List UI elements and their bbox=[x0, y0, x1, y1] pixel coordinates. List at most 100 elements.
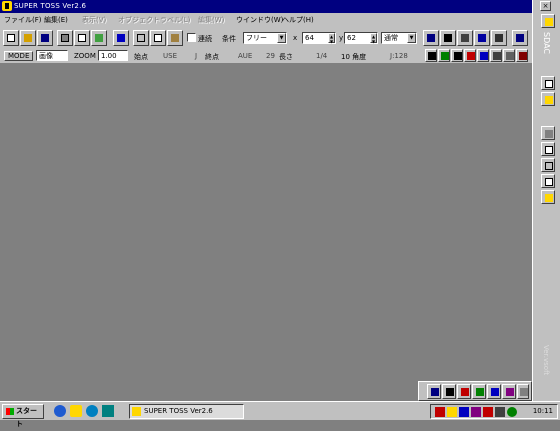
condition-label: 条件 bbox=[222, 35, 236, 43]
small-tool-7[interactable] bbox=[503, 49, 515, 62]
menu-label[interactable]: ラベル(L) bbox=[160, 15, 190, 25]
small-tool-5[interactable] bbox=[477, 49, 489, 62]
palette-button-3[interactable] bbox=[457, 384, 471, 399]
right-tool-5[interactable] bbox=[541, 158, 555, 172]
text-a-icon bbox=[431, 388, 439, 396]
mode-select[interactable]: 通常 ▼ bbox=[381, 32, 417, 44]
workspace[interactable] bbox=[0, 63, 532, 401]
palette-toggle-button[interactable] bbox=[541, 14, 555, 28]
paint-icon bbox=[476, 388, 484, 396]
scan-button[interactable] bbox=[91, 30, 107, 46]
layers-icon bbox=[545, 130, 553, 138]
settings-icon bbox=[520, 388, 528, 396]
channel-icon[interactable] bbox=[102, 405, 114, 417]
save-button[interactable] bbox=[37, 30, 53, 46]
table-icon bbox=[545, 178, 553, 186]
tray-icon-6[interactable] bbox=[495, 407, 505, 417]
windows-logo-icon bbox=[6, 408, 14, 415]
browser-icon[interactable] bbox=[54, 405, 66, 417]
menu-file[interactable]: ファイル(F) bbox=[4, 15, 42, 25]
y-stepper[interactable]: 62 ▲ ▼ bbox=[344, 32, 378, 44]
paste-button[interactable] bbox=[167, 30, 183, 46]
right-tool-2[interactable] bbox=[541, 92, 555, 106]
font-icon bbox=[446, 388, 454, 396]
small-tool-1[interactable] bbox=[425, 49, 437, 62]
palette-text-button[interactable] bbox=[427, 384, 441, 399]
right-tool-1[interactable] bbox=[541, 76, 555, 90]
tray-icon-1[interactable] bbox=[435, 407, 445, 417]
small-tool-6[interactable] bbox=[490, 49, 502, 62]
condition-value: フリー bbox=[246, 34, 267, 42]
tray-icon-7[interactable] bbox=[507, 407, 517, 417]
menu-help[interactable]: ヘルプ(H) bbox=[282, 15, 314, 25]
small-tool-8[interactable] bbox=[516, 49, 528, 62]
tool-button-4[interactable] bbox=[457, 30, 473, 46]
printer-icon bbox=[61, 34, 69, 42]
flip-icon bbox=[495, 34, 503, 42]
palette-button-2[interactable] bbox=[442, 384, 456, 399]
square-icon bbox=[428, 52, 436, 60]
print-preview-button[interactable] bbox=[74, 30, 90, 46]
help-icon[interactable] bbox=[86, 405, 98, 417]
close-button[interactable]: × bbox=[540, 1, 551, 11]
palette-button-7[interactable] bbox=[517, 384, 529, 399]
cut-button[interactable] bbox=[133, 30, 149, 46]
tool-button-1[interactable] bbox=[113, 30, 129, 46]
menu-edit[interactable]: 編集(E) bbox=[44, 15, 68, 25]
tool-button-5[interactable] bbox=[474, 30, 490, 46]
spin-arrows-icon[interactable]: ▲ ▼ bbox=[328, 33, 335, 44]
menu-edit-w[interactable]: 編集(W) bbox=[198, 15, 224, 25]
right-tool-6[interactable] bbox=[541, 174, 555, 188]
chevron-down-icon[interactable]: ▼ bbox=[277, 33, 286, 43]
right-tool-3[interactable] bbox=[541, 126, 555, 140]
scanner-icon bbox=[95, 34, 103, 42]
spin-arrows-icon[interactable]: ▲ ▼ bbox=[370, 33, 377, 44]
print-button[interactable] bbox=[57, 30, 73, 46]
open-button[interactable] bbox=[20, 30, 36, 46]
chevron-down-icon[interactable]: ▼ bbox=[407, 33, 416, 43]
brush-icon bbox=[461, 388, 469, 396]
tool-button-7[interactable] bbox=[512, 30, 528, 46]
eraser-icon bbox=[506, 388, 514, 396]
tray-icon-5[interactable] bbox=[483, 407, 493, 417]
app-icon[interactable] bbox=[2, 1, 12, 11]
tool-button-2[interactable] bbox=[423, 30, 439, 46]
zoom-field[interactable]: 1.00 bbox=[98, 50, 128, 61]
palette-button-5[interactable] bbox=[487, 384, 501, 399]
small-tool-2[interactable] bbox=[438, 49, 450, 62]
taskbar: スタート SUPER TOSS Ver2.6 10:11 bbox=[0, 401, 560, 428]
size-value: J:128 bbox=[390, 52, 408, 60]
status-toolbar: MODE 画像 ZOOM 1.00 始点 USE J 終点 AUE 29 長さ … bbox=[0, 49, 532, 63]
tool-button-3[interactable] bbox=[440, 30, 456, 46]
palette-button-4[interactable] bbox=[472, 384, 486, 399]
task-item-supertoss[interactable]: SUPER TOSS Ver2.6 bbox=[129, 404, 244, 419]
tray-icon-3[interactable] bbox=[459, 407, 469, 417]
right-tool-4[interactable] bbox=[541, 142, 555, 156]
menu-view[interactable]: 表示(V) bbox=[82, 15, 106, 25]
mode-label: MODE bbox=[4, 51, 34, 61]
condition-select[interactable]: フリー ▼ bbox=[243, 32, 287, 44]
length-label: 長さ bbox=[279, 53, 293, 61]
tool-palette bbox=[418, 381, 532, 401]
new-button[interactable] bbox=[3, 30, 19, 46]
right-tool-7[interactable] bbox=[541, 190, 555, 204]
small-tool-4[interactable] bbox=[464, 49, 476, 62]
continuous-checkbox[interactable] bbox=[187, 33, 196, 42]
start-label: スタート bbox=[16, 407, 37, 428]
start-button[interactable]: スタート bbox=[2, 404, 44, 428]
menu-object[interactable]: オブジェクト bbox=[118, 15, 160, 25]
small-tool-3[interactable] bbox=[451, 49, 463, 62]
explorer-icon[interactable] bbox=[70, 405, 82, 417]
mode-field[interactable]: 画像 bbox=[36, 50, 68, 61]
copy-button[interactable] bbox=[150, 30, 166, 46]
y-label: y bbox=[339, 34, 344, 42]
tray-icon-2[interactable] bbox=[447, 407, 457, 417]
palette-button-6[interactable] bbox=[502, 384, 516, 399]
select-icon bbox=[444, 34, 452, 42]
tray-icon-4[interactable] bbox=[471, 407, 481, 417]
menu-window[interactable]: ウインドウ(W) bbox=[236, 15, 283, 25]
pen-icon bbox=[467, 52, 475, 60]
x-stepper[interactable]: 64 ▲ ▼ bbox=[302, 32, 336, 44]
tool-button-6[interactable] bbox=[491, 30, 507, 46]
main-toolbar: 連続 条件 フリー ▼ x 64 ▲ ▼ y 62 ▲ ▼ 通常 ▼ bbox=[0, 27, 532, 50]
